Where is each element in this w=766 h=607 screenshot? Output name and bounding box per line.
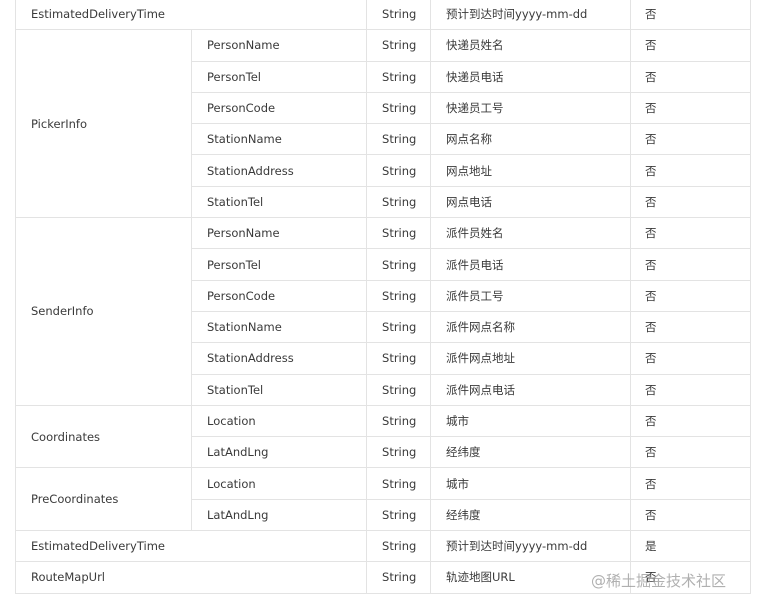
field-type: String — [366, 60, 432, 93]
field-required: 否 — [630, 342, 752, 375]
field-type: String — [366, 561, 432, 594]
field-type: String — [366, 373, 432, 406]
field-type: String — [366, 404, 432, 438]
field-required: 否 — [630, 91, 752, 125]
field-type: String — [366, 185, 432, 219]
field-name: EstimatedDeliveryTime — [14, 0, 368, 31]
table-row: PreCoordinates Location String 城市 否 — [15, 467, 752, 532]
field-description: 城市 — [430, 467, 632, 500]
field-type: String — [366, 123, 432, 156]
field-description: 网点电话 — [430, 185, 632, 219]
table-row: EstimatedDeliveryTime String 预计到达时间yyyy-… — [14, 0, 752, 31]
field-name: RouteMapUrl — [14, 561, 368, 594]
table-row: Coordinates Location String 城市 否 — [15, 404, 752, 469]
field-required: 否 — [630, 217, 752, 250]
field-required: 否 — [630, 467, 752, 500]
field-description: 派件员工号 — [430, 279, 632, 312]
field-name: StationTel — [190, 185, 368, 219]
field-description: 快递员电话 — [430, 60, 632, 93]
field-name: Location — [190, 467, 368, 500]
field-description: 派件员姓名 — [430, 217, 632, 250]
group-name-coordinates: Coordinates — [15, 404, 192, 469]
field-required: 是 — [630, 530, 752, 563]
field-type: String — [366, 248, 432, 281]
field-description: 城市 — [430, 404, 632, 438]
field-name: Location — [190, 404, 368, 438]
field-required: 否 — [630, 60, 752, 93]
api-field-table: EstimatedDeliveryTime String 预计到达时间yyyy-… — [14, 0, 752, 594]
field-description: 网点名称 — [430, 123, 632, 156]
group-name-precoordinates: PreCoordinates — [15, 467, 192, 532]
field-required: 否 — [630, 29, 752, 62]
field-name: PersonTel — [190, 248, 368, 281]
field-description: 快递员工号 — [430, 91, 632, 125]
field-type: String — [366, 467, 432, 500]
field-description: 网点地址 — [430, 154, 632, 187]
table-row: PickerInfo PersonName String 快递员姓名 否 — [15, 29, 752, 219]
field-name: StationName — [190, 310, 368, 344]
field-type: String — [366, 91, 432, 125]
field-name: StationAddress — [190, 154, 368, 187]
field-name: StationTel — [190, 373, 368, 406]
field-required: 否 — [630, 248, 752, 281]
field-type: String — [366, 217, 432, 250]
field-name: PersonTel — [190, 60, 368, 93]
field-name: StationAddress — [190, 342, 368, 375]
field-name: PersonCode — [190, 279, 368, 312]
field-description: 派件网点电话 — [430, 373, 632, 406]
group-name-senderinfo: SenderInfo — [15, 217, 192, 406]
field-required: 否 — [630, 498, 752, 532]
field-description: 派件网点地址 — [430, 342, 632, 375]
field-type: String — [366, 342, 432, 375]
field-required: 否 — [630, 404, 752, 438]
field-required: 否 — [630, 0, 752, 31]
field-type: String — [366, 154, 432, 187]
field-name: PersonName — [190, 29, 368, 62]
field-description: 经纬度 — [430, 498, 632, 532]
field-type: String — [366, 530, 432, 563]
field-description: 派件网点名称 — [430, 310, 632, 344]
field-required: 否 — [630, 185, 752, 219]
field-name: StationName — [190, 123, 368, 156]
field-required: 否 — [630, 310, 752, 344]
field-description: 派件员电话 — [430, 248, 632, 281]
field-type: String — [366, 436, 432, 469]
field-description: 预计到达时间yyyy-mm-dd — [430, 530, 632, 563]
table-row: EstimatedDeliveryTime String 预计到达时间yyyy-… — [14, 530, 752, 563]
field-type: String — [366, 279, 432, 312]
field-description: 预计到达时间yyyy-mm-dd — [430, 0, 632, 31]
field-required: 否 — [630, 154, 752, 187]
field-required: 否 — [630, 436, 752, 469]
field-name: PersonCode — [190, 91, 368, 125]
field-name: LatAndLng — [190, 498, 368, 532]
field-type: String — [366, 498, 432, 532]
field-type: String — [366, 0, 432, 31]
field-name: EstimatedDeliveryTime — [14, 530, 368, 563]
field-name: PersonName — [190, 217, 368, 250]
watermark: @稀土掘金技术社区 — [591, 572, 727, 590]
field-required: 否 — [630, 123, 752, 156]
field-type: String — [366, 310, 432, 344]
field-required: 否 — [630, 373, 752, 406]
field-name: LatAndLng — [190, 436, 368, 469]
group-name-pickerinfo: PickerInfo — [15, 29, 192, 219]
table-row: SenderInfo PersonName String 派件员姓名 否 — [15, 217, 752, 406]
field-description: 经纬度 — [430, 436, 632, 469]
field-type: String — [366, 29, 432, 62]
field-description: 快递员姓名 — [430, 29, 632, 62]
field-required: 否 — [630, 279, 752, 312]
